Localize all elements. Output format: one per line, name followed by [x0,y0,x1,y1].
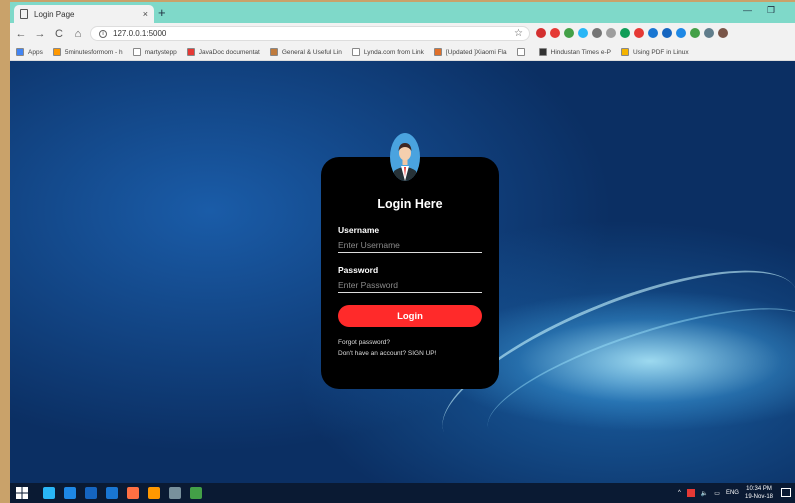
volume-icon[interactable]: 🔈 [701,490,708,497]
close-tab-icon[interactable]: × [143,9,148,19]
bookmark-label: Lynda.com from Link [363,48,424,56]
taskbar-app-icon[interactable] [190,487,202,499]
signup-link[interactable]: Don't have an account? SIGN UP! [338,350,482,357]
extension-icon[interactable] [620,28,630,38]
bookmark-item[interactable]: 5minutesformom - h [52,48,123,56]
taskbar: ^ 🔈 ▭ ENG 10:34 PM 19-Nov-18 [10,483,795,503]
back-icon[interactable]: ← [13,28,29,40]
bookmark-label: [Updated ]Xiaomi Fla [445,48,507,56]
network-icon[interactable]: ▭ [714,490,720,497]
extension-icon[interactable] [704,28,714,38]
bookmark-item[interactable]: Hindustan Times e-P [538,48,611,56]
bookmark-item[interactable]: [Updated ]Xiaomi Fla [433,48,507,56]
avatar-icon [390,133,420,181]
clock[interactable]: 10:34 PM 19-Nov-18 [745,485,773,501]
extension-icon[interactable] [634,28,644,38]
taskbar-app-icon[interactable] [85,487,97,499]
extension-icons [536,28,728,38]
extension-icon[interactable] [550,28,560,38]
extension-icon[interactable] [718,28,728,38]
bookmark-label: 5minutesformom - h [64,48,123,56]
bookmark-label: General & Useful Lin [281,48,342,56]
restore-button[interactable]: ❐ [767,5,775,16]
bookmark-label: martystepp [144,48,177,56]
chevron-up-icon[interactable]: ^ [678,490,681,496]
bookmark-label: Using PDF in Linux [632,48,689,56]
bookmark-icon [186,48,195,56]
bookmark-star-icon[interactable]: ☆ [514,28,523,39]
username-label: Username [338,225,380,235]
notifications-icon[interactable] [781,488,791,497]
taskbar-apps [34,487,202,499]
bookmark-item[interactable] [516,48,529,56]
bookmark-icon [16,48,24,56]
extension-icon[interactable] [648,28,658,38]
extension-icon[interactable] [676,28,686,38]
extension-icon[interactable] [578,28,588,38]
bookmark-item[interactable]: General & Useful Lin [269,48,342,56]
page-viewport: Login Here Username Password Login Forgo… [10,61,795,483]
bookmark-icon [433,48,442,56]
extension-icon[interactable] [592,28,602,38]
bookmarks-bar: Apps 5minutesformom - h martystepp JavaDoc … [10,44,795,61]
info-icon[interactable]: i [99,29,107,38]
taskbar-app-icon[interactable] [169,487,181,499]
login-title: Login Here [377,197,443,211]
username-input[interactable] [338,237,482,253]
tab-strip: Login Page × + — ❐ [10,2,795,23]
taskbar-app-icon[interactable] [43,487,55,499]
taskbar-app-icon[interactable] [127,487,139,499]
new-tab-button[interactable]: + [158,5,166,20]
language-indicator[interactable]: ENG [726,490,739,496]
password-input[interactable] [338,277,482,293]
bookmark-icon [538,48,547,56]
extension-icon[interactable] [536,28,546,38]
tab-title: Login Page [34,9,75,19]
bookmark-label: Apps [28,48,43,56]
minimize-button[interactable]: — [743,5,752,15]
browser-toolbar: ← → C ⌂ i 127.0.0.1:5000 ☆ [10,23,795,44]
url-text[interactable]: 127.0.0.1:5000 [113,29,166,38]
screen: Login Page × + — ❐ ← → C ⌂ i 127.0.0.1:5… [10,2,795,503]
bookmark-icon [132,48,141,56]
taskbar-app-icon[interactable] [106,487,118,499]
bookmark-label: Hindustan Times e-P [550,48,611,56]
bookmark-icon [351,48,360,56]
reload-icon[interactable]: C [51,28,67,40]
antivirus-icon[interactable] [686,489,695,497]
extension-icon[interactable] [606,28,616,38]
forward-icon[interactable]: → [32,28,48,40]
windows-start-icon[interactable] [16,487,28,499]
extension-icon[interactable] [662,28,672,38]
bookmark-item[interactable]: martystepp [132,48,177,56]
bookmark-icon [52,48,61,56]
bookmark-icon [269,48,278,56]
extension-icon[interactable] [564,28,574,38]
forgot-password-link[interactable]: Forgot password? [338,339,482,346]
bookmark-item[interactable]: Using PDF in Linux [620,48,689,56]
clock-time: 10:34 PM [746,486,772,492]
home-icon[interactable]: ⌂ [70,28,86,40]
address-bar[interactable]: i 127.0.0.1:5000 ☆ [90,26,530,41]
login-button[interactable]: Login [338,305,482,327]
taskbar-app-icon[interactable] [64,487,76,499]
extension-icon[interactable] [690,28,700,38]
tab-login-page[interactable]: Login Page × [14,5,154,23]
taskbar-app-icon[interactable] [148,487,160,499]
password-label: Password [338,265,379,275]
clock-date: 19-Nov-18 [744,494,773,500]
bookmark-item[interactable]: JavaDoc documentat [186,48,260,56]
login-box: Login Here Username Password Login Forgo… [321,133,499,389]
page-icon [20,9,28,19]
bookmark-icon [620,48,629,56]
bookmark-icon [516,48,525,56]
bookmark-item[interactable]: Lynda.com from Link [351,48,424,56]
bookmark-item[interactable]: Apps [16,48,43,56]
bookmark-label: JavaDoc documentat [198,48,260,56]
system-tray: ^ 🔈 ▭ ENG 10:34 PM 19-Nov-18 [678,483,773,503]
